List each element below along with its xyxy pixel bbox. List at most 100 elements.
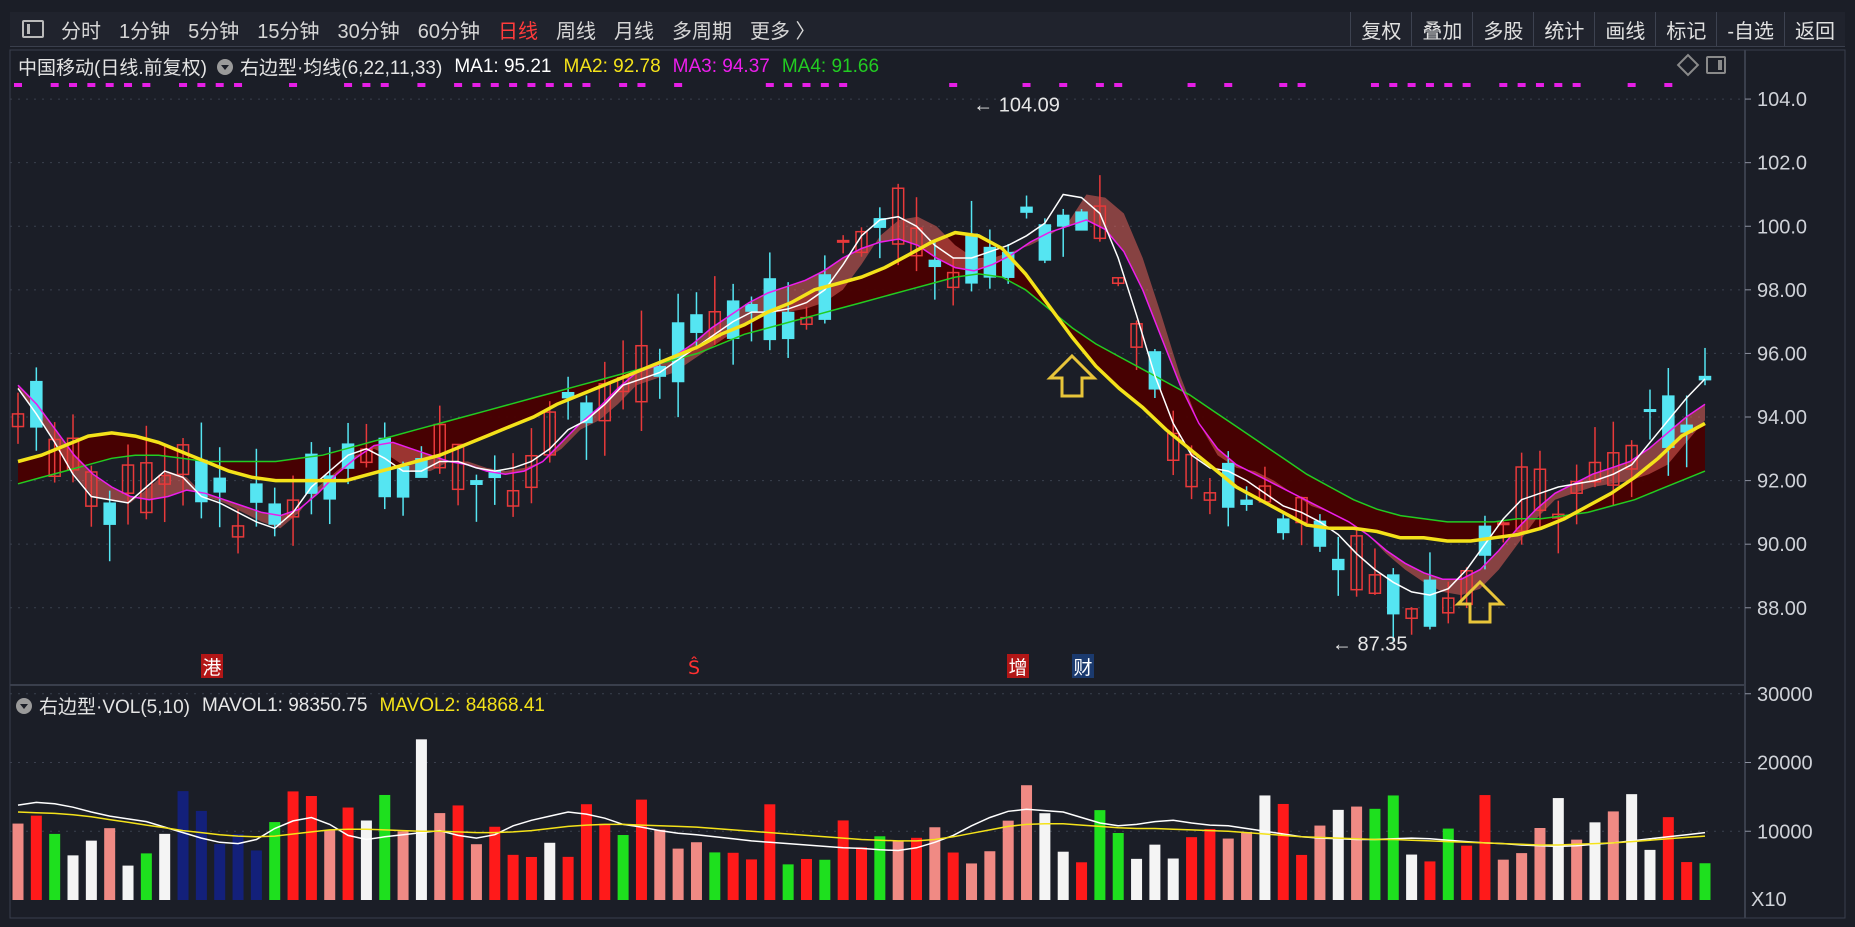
- signal-dot: [50, 83, 59, 87]
- candle-body: [781, 311, 795, 340]
- volume-bar: [947, 852, 959, 900]
- chart-border: [9, 49, 1846, 919]
- volume-bar: [599, 823, 611, 900]
- volume-bar: [855, 847, 868, 900]
- price-tick-label: 88.00: [1757, 598, 1807, 620]
- volume-bar: [1204, 828, 1216, 900]
- signal-dot: [765, 83, 774, 87]
- signal-dot: [105, 83, 114, 87]
- candle-body: [836, 239, 850, 243]
- signal-dot: [124, 83, 133, 87]
- event-marker-label: 增: [1008, 657, 1027, 679]
- volume-bar: [159, 833, 171, 900]
- signal-dot: [362, 83, 371, 87]
- price-tick-label: 100.0: [1757, 216, 1807, 238]
- signal-dot: [1554, 83, 1563, 87]
- vol-tick-label: 30000: [1757, 684, 1813, 706]
- volume-bar: [30, 815, 42, 900]
- high-price-label: ← 104.09: [973, 94, 1060, 116]
- volume-bar: [342, 807, 354, 900]
- volume-bar: [1277, 803, 1289, 900]
- signal-dot: [1444, 83, 1453, 87]
- volume-bar: [562, 856, 574, 900]
- volume-bar: [1461, 845, 1473, 900]
- candle-body: [928, 259, 942, 268]
- signal-dot: [142, 83, 151, 87]
- price-tick-label: 102.0: [1757, 153, 1807, 175]
- volume-bar: [67, 855, 79, 900]
- ma4-line: [17, 273, 1706, 523]
- volume-bar: [140, 853, 152, 900]
- signal-dot: [1095, 83, 1104, 87]
- volume-bar: [470, 844, 482, 900]
- signal-dot: [197, 83, 206, 87]
- volume-bar: [1406, 854, 1418, 900]
- signal-dot: [582, 83, 591, 87]
- volume-bar: [1699, 863, 1711, 900]
- volume-bar: [1296, 854, 1308, 900]
- ma2-line: [17, 230, 1706, 543]
- signal-dot: [619, 83, 628, 87]
- volume-bar: [1479, 795, 1491, 900]
- candle-body: [470, 480, 483, 485]
- volume-bar: [1589, 822, 1601, 900]
- signal-dot: [289, 83, 298, 87]
- volume-bar: [727, 852, 739, 900]
- chart-canvas[interactable]: 104.0 102.0 100.0 98.00 96.00 94.00 92.00 90.00…: [0, 0, 1855, 927]
- volume-bar: [1571, 839, 1583, 900]
- signal-dot: [1370, 83, 1379, 87]
- candle-body: [1332, 558, 1345, 571]
- chart-frame: 分时 1分钟 5分钟 15分钟 30分钟 60分钟 日线 周线 月线 多周期 更…: [0, 0, 1855, 927]
- signal-dot: [674, 83, 683, 87]
- signal-dot: [509, 83, 518, 87]
- event-marker-label: 港: [202, 657, 221, 679]
- signal-dot: [417, 83, 426, 87]
- signal-dot: [1022, 83, 1031, 87]
- volume-bar: [1222, 838, 1234, 900]
- volume-bar: [654, 829, 666, 900]
- candle-body: [690, 314, 703, 333]
- volume-bar: [1259, 795, 1271, 900]
- up-arrow-signal: [1046, 353, 1098, 398]
- candle-body: [1240, 499, 1253, 505]
- candle-body: [250, 483, 263, 503]
- signal-dot: [380, 83, 389, 87]
- signal-dot: [1407, 83, 1416, 87]
- volume-bar: [745, 859, 757, 900]
- signal-dot: [1297, 83, 1306, 87]
- signal-dot: [179, 83, 188, 87]
- volume-bar: [1167, 858, 1179, 900]
- price-tick-label: 90.00: [1757, 534, 1807, 556]
- signal-dot: [784, 83, 793, 87]
- signal-dot: [1114, 83, 1123, 87]
- volume-bar: [415, 739, 427, 900]
- signal-dot: [637, 83, 646, 87]
- volume-bar: [635, 799, 647, 900]
- candle-body: [1056, 214, 1070, 227]
- volume-bar: [489, 826, 501, 900]
- signal-dot: [69, 83, 78, 87]
- volume-bar: [800, 858, 812, 900]
- candle-body: [1276, 518, 1290, 534]
- volume-bar: [1552, 798, 1564, 900]
- volume-bar: [544, 842, 556, 900]
- candles: [11, 175, 1712, 642]
- volume-bar: [690, 842, 702, 900]
- signal-dots: [14, 83, 1673, 87]
- volume-bar: [360, 820, 372, 900]
- vol-scale-label: X10: [1751, 889, 1787, 911]
- candle-body: [745, 303, 758, 312]
- volume-bar: [49, 833, 61, 900]
- volume-bar: [525, 856, 537, 900]
- price-tick-label: 104.0: [1757, 89, 1807, 111]
- volume-bar: [1351, 806, 1363, 900]
- event-marker-label: Ŝ: [688, 655, 700, 679]
- volume-bar: [507, 854, 519, 900]
- signal-dot: [472, 83, 481, 87]
- signal-dot: [1224, 83, 1233, 87]
- volume-bar: [269, 822, 281, 900]
- candle-body: [195, 459, 208, 503]
- signal-dot: [1059, 83, 1068, 87]
- volume-bar: [1607, 811, 1619, 900]
- signal-dot: [1517, 83, 1526, 87]
